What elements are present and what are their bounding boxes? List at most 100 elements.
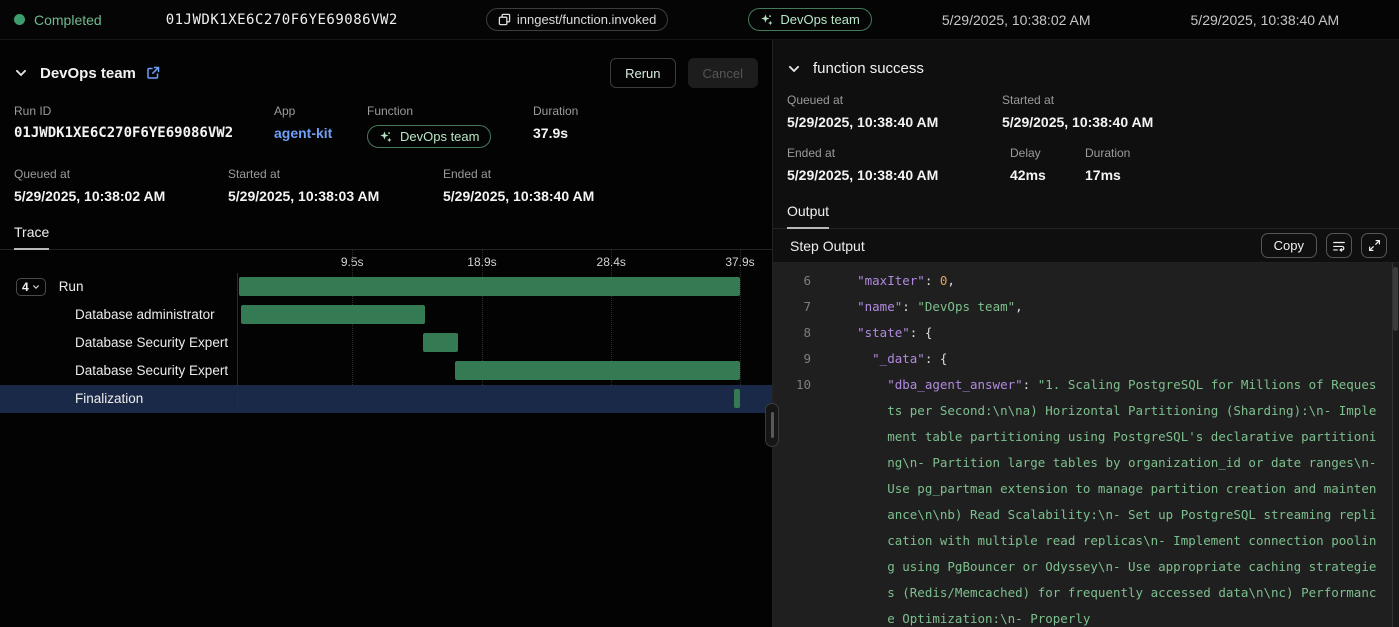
top-run-id: 01JWDK1XE6C270F6YE69086VW2	[166, 12, 398, 28]
status-text: Completed	[34, 12, 102, 28]
line-number: 6	[773, 268, 811, 294]
run-details-panel: DevOps team Rerun Cancel Run ID 01JWDK1X…	[0, 40, 772, 627]
run-title: DevOps team	[40, 65, 136, 82]
expand-button[interactable]	[1361, 233, 1387, 258]
code-token-punct: : {	[910, 325, 933, 340]
code-token-str: "DevOps team"	[917, 299, 1015, 314]
timeline-span-bar[interactable]	[734, 389, 740, 408]
trace-timeline: 9.5s18.9s28.4s37.9s 4RunDatabase adminis…	[0, 250, 772, 413]
step-ended-value: 5/29/2025, 10:38:40 AM	[787, 167, 1010, 183]
code-token-key: "_data"	[872, 351, 925, 366]
scrollbar-thumb[interactable]	[1393, 267, 1398, 331]
field-started-value: 5/29/2025, 10:38:03 AM	[228, 188, 443, 204]
chevron-down-icon[interactable]	[787, 62, 801, 76]
code-token-punct: :	[902, 299, 917, 314]
field-ended-at: Ended at 5/29/2025, 10:38:40 AM	[443, 167, 594, 204]
timeline-span-bar[interactable]	[241, 305, 425, 324]
code-line: 7 "name": "DevOps team",	[773, 294, 1399, 320]
step-field-delay: Delay 42ms	[1010, 146, 1085, 183]
rerun-button[interactable]: Rerun	[610, 58, 675, 88]
step-duration-value: 17ms	[1085, 167, 1130, 183]
timeline-span-bar[interactable]	[239, 277, 740, 296]
code-token-key: "maxIter"	[857, 273, 925, 288]
field-duration-value: 37.9s	[533, 125, 578, 141]
timeline-row-label-cell: Database Security Expert	[0, 335, 237, 350]
timeline-row-track	[237, 385, 740, 413]
step-output-title: Step Output	[790, 238, 865, 254]
tab-output[interactable]: Output	[787, 203, 829, 228]
code-lines: 6 "maxIter": 0, 7 "name": "DevOps team", 8"s…	[773, 268, 1399, 627]
function-badge-label: DevOps team	[400, 129, 479, 144]
top-ended-timestamp: 5/29/2025, 10:38:40 AM	[1191, 12, 1340, 28]
timeline-row[interactable]: 4 Run	[0, 273, 772, 301]
step-ended-label: Ended at	[787, 146, 1010, 160]
resize-handle[interactable]	[765, 403, 779, 447]
timeline-row-track	[237, 273, 740, 301]
code-token-key: "dba_agent_answer"	[887, 377, 1022, 392]
external-link-icon[interactable]	[146, 66, 160, 80]
timeline-row[interactable]: Database Security Expert	[0, 357, 772, 385]
line-number: 7	[773, 294, 811, 320]
event-badge[interactable]: inngest/function.invoked	[486, 8, 668, 31]
step-duration-label: Duration	[1085, 146, 1130, 160]
code-line-content: "state": {	[827, 320, 1399, 346]
copy-button[interactable]: Copy	[1261, 233, 1317, 258]
code-token-punct: :	[1023, 377, 1038, 392]
code-token-punct: ,	[947, 273, 955, 288]
timeline-row[interactable]: Database Security Expert	[0, 329, 772, 357]
step-output-toolbar: Step Output Copy	[773, 229, 1399, 263]
field-started-label: Started at	[228, 167, 443, 181]
code-scrollbar[interactable]	[1392, 263, 1399, 627]
step-field-ended: Ended at 5/29/2025, 10:38:40 AM	[787, 146, 1010, 183]
top-bar: Completed 01JWDK1XE6C270F6YE69086VW2 inn…	[0, 0, 1399, 40]
step-title: function success	[813, 60, 924, 77]
step-delay-value: 42ms	[1010, 167, 1085, 183]
field-duration-label: Duration	[533, 104, 578, 118]
chevron-down-icon[interactable]	[14, 66, 28, 80]
app-link[interactable]: agent-kit	[274, 125, 367, 141]
chevron-down-icon	[32, 283, 40, 291]
timeline-row-label: Database administrator	[75, 307, 215, 322]
field-app: App agent-kit	[274, 104, 367, 149]
function-badge[interactable]: DevOps team	[367, 125, 491, 148]
timeline-span-bar[interactable]	[455, 361, 740, 380]
timeline-row-track	[237, 357, 740, 385]
timeline-span-bar[interactable]	[423, 333, 458, 352]
function-badge-top[interactable]: DevOps team	[748, 8, 871, 31]
timeline-row-label-cell: 4 Run	[0, 278, 237, 296]
timeline-row[interactable]: Finalization	[0, 385, 772, 413]
timeline-row-label: Run	[59, 279, 84, 294]
status-dot-icon	[14, 14, 25, 25]
code-line-content: "maxIter": 0,	[827, 268, 1399, 294]
code-line: 9"_data": {	[773, 346, 1399, 372]
trace-tabs: Trace	[0, 204, 772, 250]
top-queued-timestamp: 5/29/2025, 10:38:02 AM	[942, 12, 1091, 28]
word-wrap-button[interactable]	[1326, 233, 1352, 258]
timeline-body: 4 Run Database administrator Database Secur…	[0, 273, 772, 413]
step-field-started: Started at 5/29/2025, 10:38:40 AM	[1002, 93, 1153, 130]
field-queued-at: Queued at 5/29/2025, 10:38:02 AM	[14, 167, 228, 204]
field-function-label: Function	[367, 104, 533, 118]
step-field-queued: Queued at 5/29/2025, 10:38:40 AM	[787, 93, 1002, 130]
span-count-dropdown[interactable]: 4	[16, 278, 46, 296]
event-copy-icon	[498, 13, 511, 26]
grip-icon	[771, 412, 774, 438]
step-output-code: 6 "maxIter": 0, 7 "name": "DevOps team", 8"s…	[773, 263, 1399, 627]
code-token-punct: ,	[1015, 299, 1023, 314]
output-tabs: Output	[773, 183, 1399, 229]
code-token-punct: :	[925, 273, 940, 288]
timeline-row-label: Finalization	[75, 391, 143, 406]
code-line: 8"state": {	[773, 320, 1399, 346]
step-queued-value: 5/29/2025, 10:38:40 AM	[787, 114, 1002, 130]
code-line: 10"dba_agent_answer": "1. Scaling Postgr…	[773, 372, 1399, 627]
timeline-row[interactable]: Database administrator	[0, 301, 772, 329]
sparkle-icon	[760, 13, 774, 27]
field-duration: Duration 37.9s	[533, 104, 578, 149]
code-line-content: "dba_agent_answer": "1. Scaling PostgreS…	[827, 372, 1399, 627]
cancel-button[interactable]: Cancel	[688, 58, 758, 88]
event-badge-label: inngest/function.invoked	[517, 12, 656, 27]
timeline-row-track	[237, 301, 740, 329]
sparkle-icon	[379, 130, 393, 144]
tab-trace[interactable]: Trace	[14, 224, 49, 249]
code-token-key: "name"	[857, 299, 902, 314]
